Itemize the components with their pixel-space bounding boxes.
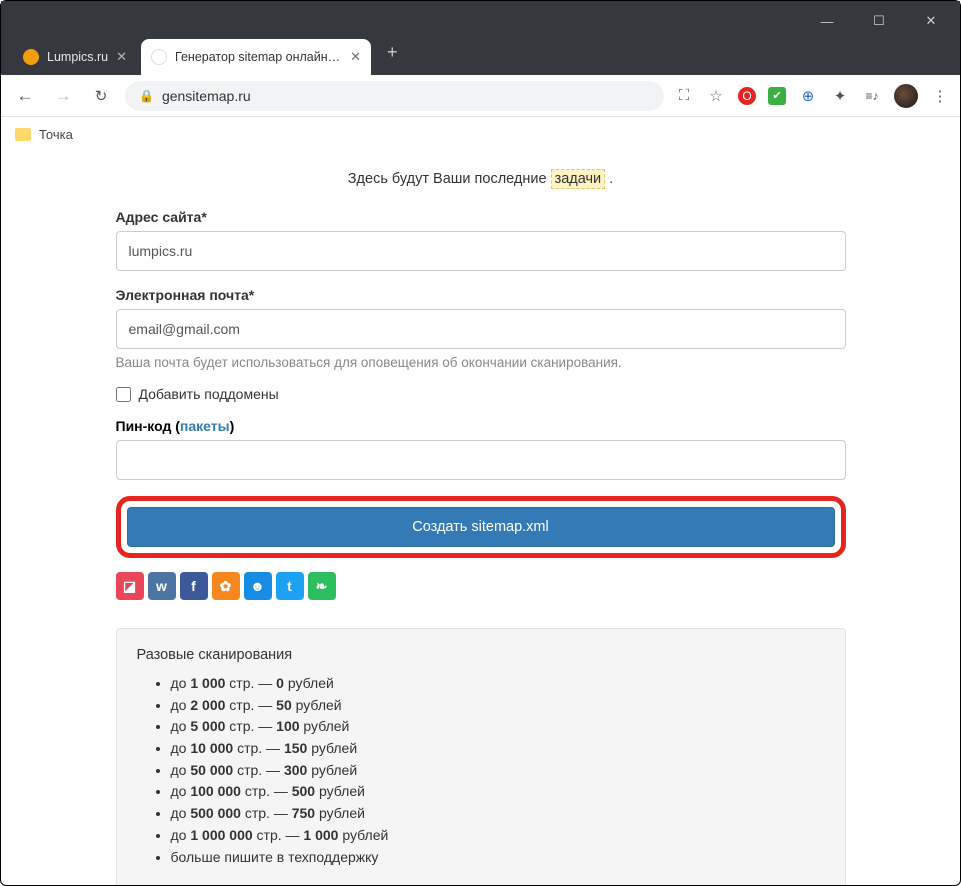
reload-button[interactable]: ↻ (87, 87, 115, 105)
social-ok-button[interactable]: ✿ (212, 572, 240, 600)
back-button[interactable]: ← (11, 86, 39, 106)
toolbar-actions: ⛶ ☆ O ✔ ⊕ ✦ ≡♪ ⋮ (674, 84, 950, 108)
email-help-text: Ваша почта будет использоваться для опов… (116, 355, 846, 370)
pricing-item: до 10 000 стр. — 150 рублей (171, 738, 825, 760)
present-icon[interactable]: ⛶ (674, 86, 694, 106)
pricing-item: до 100 000 стр. — 500 рублей (171, 781, 825, 803)
subdomains-checkbox-row: Добавить поддомены (116, 386, 846, 402)
close-tab-icon[interactable]: ✕ (350, 49, 361, 65)
pricing-list: до 1 000 стр. — 0 рублейдо 2 000 стр. — … (137, 673, 825, 868)
globe-ext-icon[interactable]: ⊕ (798, 86, 818, 106)
email-field-group: Электронная почта* Ваша почта будет испо… (116, 287, 846, 370)
browser-titlebar: Lumpics.ru ✕ Генератор sitemap онлайн. С… (1, 1, 960, 75)
social-twitter-button[interactable]: t (276, 572, 304, 600)
pricing-item: до 2 000 стр. — 50 рублей (171, 695, 825, 717)
site-address-label: Адрес сайта* (116, 209, 846, 225)
social-share-row: ◪wf✿☻t❧ (116, 572, 846, 600)
new-tab-button[interactable]: + (375, 36, 410, 69)
maximize-button[interactable]: ☐ (856, 5, 902, 37)
pricing-item: до 1 000 стр. — 0 рублей (171, 673, 825, 695)
favicon-lumpics (23, 49, 39, 65)
minimize-button[interactable]: — (804, 5, 850, 37)
pricing-support-item: больше пишите в техподдержку (171, 847, 825, 869)
pin-input[interactable] (116, 440, 846, 480)
window-controls: — ☐ ✕ (804, 5, 954, 37)
pricing-panel: Разовые сканирования до 1 000 стр. — 0 р… (116, 628, 846, 885)
one-time-heading: Разовые сканирования (137, 647, 825, 663)
social-fb-button[interactable]: f (180, 572, 208, 600)
packages-link-2[interactable]: пакеты (333, 882, 378, 885)
browser-toolbar: ← → ↻ 🔒 gensitemap.ru ⛶ ☆ O ✔ ⊕ ✦ ≡♪ ⋮ (1, 75, 960, 117)
bookmarks-bar: Точка (1, 117, 960, 151)
multi-scan-line: Многократные сканирования (пакеты): (137, 882, 825, 885)
lock-icon: 🔒 (139, 89, 154, 103)
forward-button[interactable]: → (49, 86, 77, 106)
social-share-button[interactable]: ◪ (116, 572, 144, 600)
pin-label: Пин-код (пакеты) (116, 418, 846, 434)
address-bar[interactable]: 🔒 gensitemap.ru (125, 81, 664, 111)
tab-title: Генератор sitemap онлайн. Соз… (175, 50, 342, 64)
bookmark-item[interactable]: Точка (39, 127, 73, 142)
social-vk-button[interactable]: w (148, 572, 176, 600)
tab-gensitemap[interactable]: Генератор sitemap онлайн. Соз… ✕ (141, 39, 371, 75)
page-content[interactable]: Здесь будут Ваши последние задачи . Адре… (1, 151, 960, 885)
close-window-button[interactable]: ✕ (908, 5, 954, 37)
check-ext-icon[interactable]: ✔ (768, 87, 786, 105)
subdomains-label: Добавить поддомены (139, 386, 279, 402)
email-label: Электронная почта* (116, 287, 846, 303)
pricing-item: до 5 000 стр. — 100 рублей (171, 716, 825, 738)
tab-strip: Lumpics.ru ✕ Генератор sitemap онлайн. С… (1, 1, 410, 75)
opera-ext-icon[interactable]: O (738, 87, 756, 105)
close-tab-icon[interactable]: ✕ (116, 49, 127, 65)
site-address-field: Адрес сайта* (116, 209, 846, 271)
create-sitemap-button[interactable]: Создать sitemap.xml (127, 507, 835, 547)
extensions-icon[interactable]: ✦ (830, 86, 850, 106)
social-mailru-button[interactable]: ☻ (244, 572, 272, 600)
site-address-input[interactable] (116, 231, 846, 271)
favicon-gensitemap (151, 49, 167, 65)
recent-tasks-line: Здесь будут Ваши последние задачи . (116, 171, 846, 187)
subdomains-checkbox[interactable] (116, 387, 131, 402)
social-evernote-button[interactable]: ❧ (308, 572, 336, 600)
star-icon[interactable]: ☆ (706, 86, 726, 106)
cast-icon[interactable]: ≡♪ (862, 86, 882, 106)
email-input[interactable] (116, 309, 846, 349)
highlight-ring: Создать sitemap.xml (116, 496, 846, 558)
pin-field-group: Пин-код (пакеты) (116, 418, 846, 480)
url-text: gensitemap.ru (162, 88, 251, 104)
pricing-item: до 500 000 стр. — 750 рублей (171, 803, 825, 825)
folder-icon (15, 128, 31, 141)
menu-icon[interactable]: ⋮ (930, 86, 950, 106)
pricing-item: до 1 000 000 стр. — 1 000 рублей (171, 825, 825, 847)
tab-lumpics[interactable]: Lumpics.ru ✕ (13, 39, 137, 75)
packages-link[interactable]: пакеты (180, 418, 230, 434)
tab-title: Lumpics.ru (47, 50, 108, 64)
avatar[interactable] (894, 84, 918, 108)
pricing-item: до 50 000 стр. — 300 рублей (171, 760, 825, 782)
